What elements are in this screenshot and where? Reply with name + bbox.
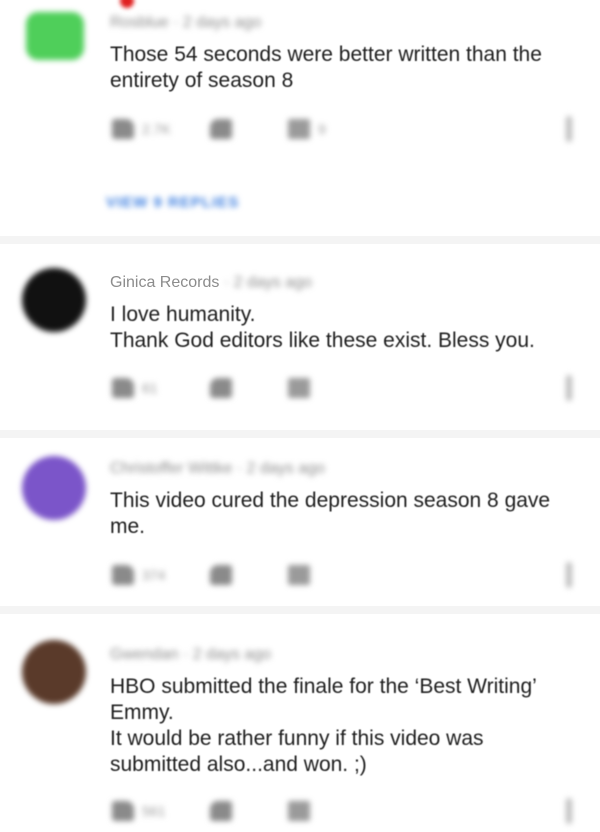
- thumb-up-icon: [112, 801, 134, 821]
- like-button[interactable]: 2.7K: [112, 116, 171, 142]
- thumb-down-icon: [210, 119, 232, 139]
- comment-text: Those 54 seconds were better written tha…: [110, 43, 542, 92]
- separator: [0, 236, 600, 244]
- like-count: 2.7K: [142, 121, 171, 137]
- thumb-down-icon: [210, 378, 232, 398]
- author-name[interactable]: Rosblue: [110, 14, 169, 31]
- reply-count: 9: [318, 121, 326, 137]
- thumb-down-icon: [210, 801, 232, 821]
- like-button[interactable]: 61: [112, 375, 158, 401]
- dislike-button[interactable]: [210, 375, 232, 401]
- comment-actions: 2.7K 9: [110, 116, 580, 142]
- thumb-up-icon: [112, 378, 134, 398]
- author-name[interactable]: Gwendan: [110, 646, 179, 663]
- thumb-up-icon: [112, 565, 134, 585]
- reply-icon: [288, 565, 310, 585]
- reply-button[interactable]: [288, 375, 310, 401]
- avatar[interactable]: [22, 640, 86, 704]
- avatar[interactable]: [26, 12, 84, 60]
- like-button[interactable]: 374: [112, 562, 165, 588]
- thumb-up-icon: [112, 119, 134, 139]
- like-count: 374: [142, 567, 166, 583]
- comment-item: Ginica Records · 2 days ago I love human…: [0, 244, 600, 430]
- like-count: 561: [142, 803, 166, 819]
- dislike-button[interactable]: [210, 798, 232, 824]
- comment-text: HBO submitted the finale for the ‘Best W…: [110, 675, 537, 776]
- avatar[interactable]: [22, 456, 86, 520]
- comment-meta: Ginica Records · 2 days ago: [110, 274, 312, 292]
- reply-icon: [288, 378, 310, 398]
- reply-icon: [288, 801, 310, 821]
- like-button[interactable]: 561: [112, 798, 165, 824]
- more-vert-icon[interactable]: [566, 562, 572, 588]
- comment-actions: 61: [110, 375, 580, 401]
- comment-text: I love humanity. Thank God editors like …: [110, 303, 535, 352]
- reply-button[interactable]: [288, 562, 310, 588]
- view-replies-link[interactable]: VIEW 9 REPLIES: [106, 194, 239, 211]
- avatar[interactable]: [22, 268, 86, 332]
- notification-dot-icon: [120, 0, 134, 8]
- comment-meta: Christoffer Wittke · 2 days ago: [110, 460, 325, 478]
- comment-meta: Rosblue · 2 days ago: [110, 14, 261, 32]
- comment-time: · 2 days ago: [236, 460, 325, 477]
- reply-icon: [288, 119, 310, 139]
- comment-item: Christoffer Wittke · 2 days ago This vid…: [0, 438, 600, 606]
- dislike-button[interactable]: [210, 562, 232, 588]
- author-name[interactable]: Christoffer Wittke: [110, 460, 232, 477]
- author-name[interactable]: Ginica Records: [110, 274, 219, 291]
- more-vert-icon[interactable]: [566, 116, 572, 142]
- comment-item: Rosblue · 2 days ago Those 54 seconds we…: [0, 0, 600, 236]
- comment-time: · 2 days ago: [223, 274, 312, 291]
- separator: [0, 606, 600, 614]
- more-vert-icon[interactable]: [566, 798, 572, 824]
- comment-actions: 561: [110, 798, 580, 824]
- comment-time: · 2 days ago: [182, 646, 272, 663]
- separator: [0, 430, 600, 438]
- comment-time: · 2 days ago: [173, 14, 262, 31]
- comment-item: Gwendan · 2 days ago HBO submitted the f…: [0, 614, 600, 832]
- reply-button[interactable]: [288, 798, 310, 824]
- like-count: 61: [142, 380, 158, 396]
- reply-button[interactable]: 9: [288, 116, 326, 142]
- more-vert-icon[interactable]: [566, 375, 572, 401]
- comment-actions: 374: [110, 562, 580, 588]
- comment-text: This video cured the depression season 8…: [110, 489, 551, 538]
- dislike-button[interactable]: [210, 116, 232, 142]
- thumb-down-icon: [210, 565, 232, 585]
- comment-meta: Gwendan · 2 days ago: [110, 646, 271, 664]
